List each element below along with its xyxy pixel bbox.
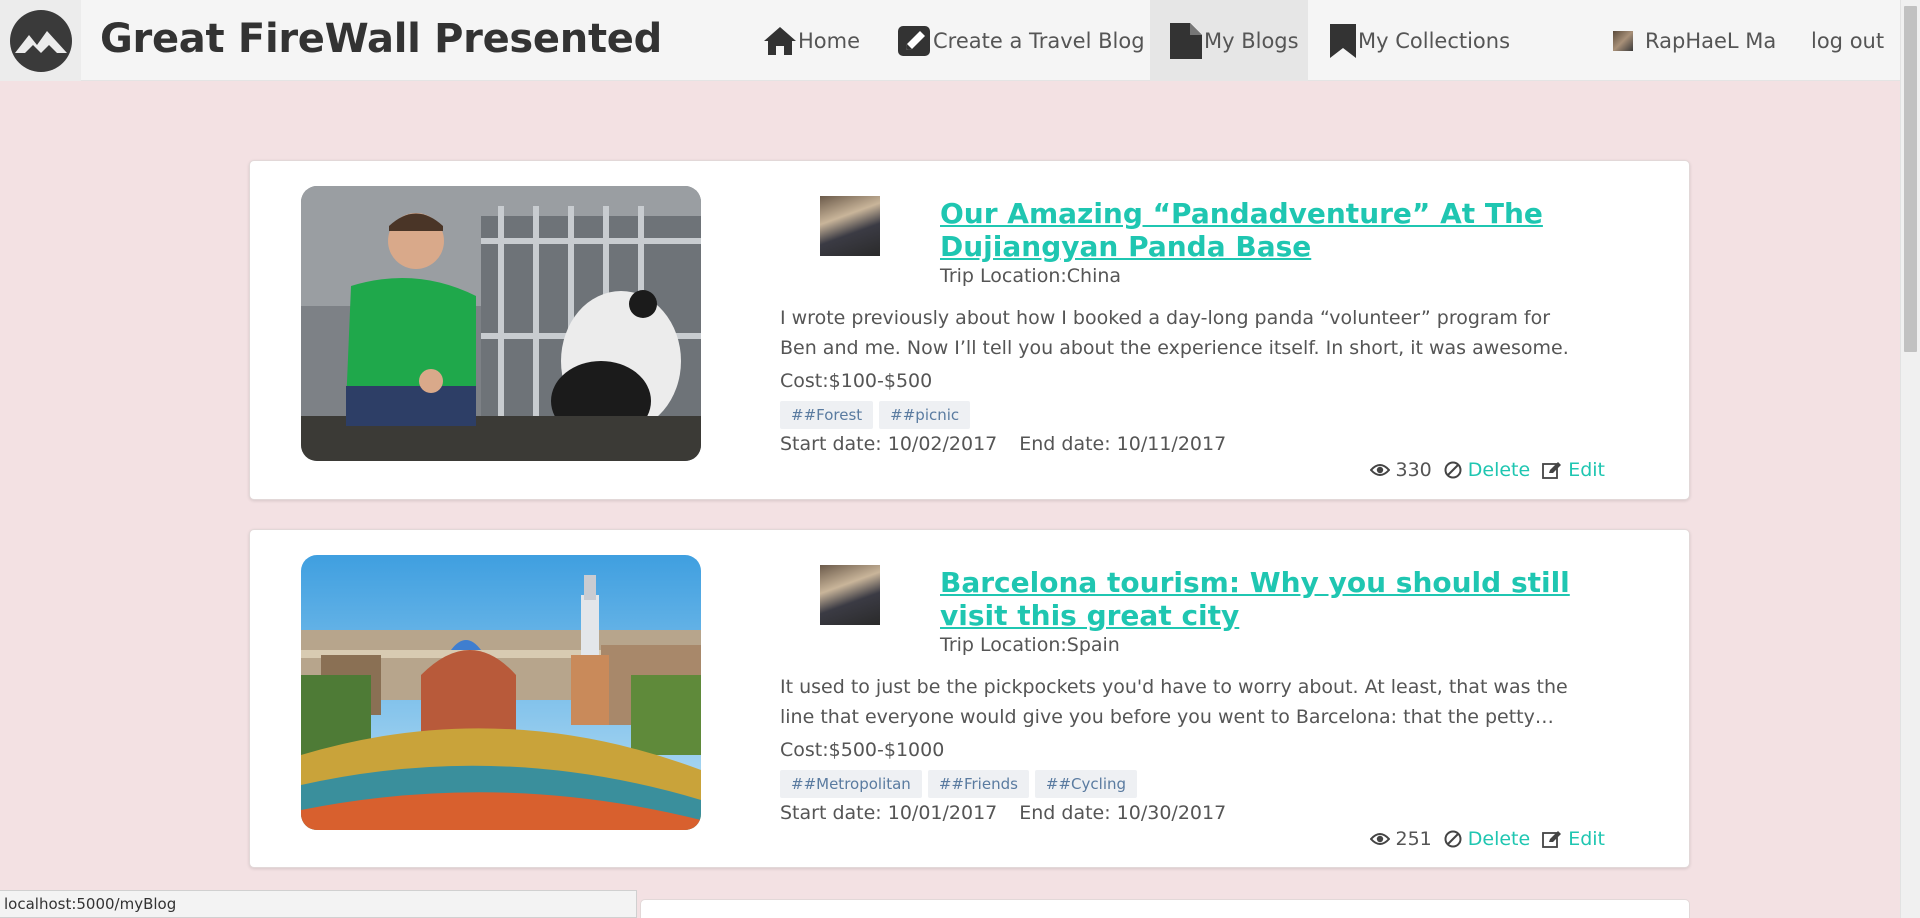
blog-actions: 251 Delete Edit — [1369, 828, 1605, 850]
blog-dates: Start date: 10/01/2017 End date: 10/30/20… — [780, 802, 1248, 824]
next-blog-card — [640, 899, 1690, 918]
page-scrollbar[interactable] — [1900, 0, 1920, 918]
nav-create-blog[interactable]: Create a Travel Blog — [897, 0, 1145, 81]
home-icon — [764, 26, 796, 55]
view-count: 251 — [1369, 828, 1432, 850]
tag-chip[interactable]: ##Cycling — [1034, 770, 1138, 798]
start-date: Start date: 10/02/2017 — [780, 433, 998, 455]
end-date: End date: 10/11/2017 — [1019, 433, 1227, 455]
blog-title-link[interactable]: Our Amazing “Pandadventure” At The Dujia… — [940, 197, 1580, 263]
blog-title-link[interactable]: Barcelona tourism: Why you should still … — [940, 566, 1580, 632]
author-avatar[interactable] — [820, 565, 880, 625]
scrollbar-thumb[interactable] — [1904, 6, 1917, 352]
mountain-logo-icon — [9, 9, 72, 72]
author-avatar[interactable] — [820, 196, 880, 256]
edit-icon — [1542, 831, 1562, 848]
nav-my-blogs[interactable]: My Blogs — [1150, 0, 1308, 81]
brand-logo[interactable] — [0, 0, 81, 81]
edit-label: Edit — [1568, 828, 1605, 850]
blog-actions: 330 Delete Edit — [1369, 459, 1605, 481]
document-icon — [1170, 22, 1202, 59]
link-status-bar: localhost:5000/myBlog — [0, 890, 637, 918]
edit-label: Edit — [1568, 459, 1605, 481]
top-navbar: Great FireWall Presented Home Create a T… — [0, 0, 1900, 81]
view-count-value: 330 — [1395, 459, 1432, 481]
barcelona-photo-image — [301, 555, 701, 830]
blog-card: Our Amazing “Pandadventure” At The Dujia… — [249, 160, 1690, 500]
delete-label: Delete — [1467, 828, 1531, 850]
eye-icon — [1369, 833, 1390, 845]
nav-home[interactable]: Home — [762, 0, 860, 81]
blog-excerpt: It used to just be the pickpockets you'd… — [780, 676, 1568, 728]
edit-icon — [1542, 462, 1562, 479]
end-date: End date: 10/30/2017 — [1019, 802, 1227, 824]
blog-cost: Cost:$100-$500 — [780, 370, 933, 392]
view-count-value: 251 — [1395, 828, 1432, 850]
blog-photo-panda[interactable] — [301, 186, 701, 461]
brand-title[interactable]: Great FireWall Presented — [100, 16, 662, 62]
ban-icon — [1444, 461, 1462, 479]
trip-location: Trip Location:Spain — [940, 634, 1120, 656]
tag-chip[interactable]: ##Forest — [780, 401, 874, 429]
tag-chip[interactable]: ##picnic — [879, 401, 971, 429]
eye-icon — [1369, 464, 1390, 476]
blog-excerpt: I wrote previously about how I booked a … — [780, 307, 1569, 359]
blog-photo-barcelona[interactable] — [301, 555, 701, 830]
nav-my-collections[interactable]: My Collections — [1328, 0, 1510, 81]
nav-my-collections-label: My Collections — [1358, 28, 1511, 53]
nav-home-label: Home — [798, 28, 861, 53]
trip-location: Trip Location:China — [940, 265, 1122, 287]
nav-create-blog-label: Create a Travel Blog — [933, 28, 1145, 53]
tag-list: ##Forest ##picnic — [780, 401, 971, 429]
nav-user-name: RapHaeL Ma — [1645, 28, 1777, 53]
delete-button[interactable]: Delete — [1444, 828, 1530, 850]
delete-label: Delete — [1467, 459, 1531, 481]
start-date: Start date: 10/01/2017 — [780, 802, 998, 824]
bookmark-icon — [1330, 23, 1356, 58]
tag-list: ##Metropolitan ##Friends ##Cycling — [780, 770, 1138, 798]
nav-user-profile[interactable]: RapHaeL Ma — [1613, 0, 1776, 81]
blog-cost: Cost:$500-$1000 — [780, 739, 945, 761]
nav-logout[interactable]: log out — [1811, 0, 1884, 81]
tag-chip[interactable]: ##Metropolitan — [780, 770, 922, 798]
blog-card: Barcelona tourism: Why you should still … — [249, 529, 1690, 868]
tag-chip[interactable]: ##Friends — [927, 770, 1029, 798]
user-avatar — [1613, 30, 1633, 51]
edit-button[interactable]: Edit — [1542, 828, 1605, 850]
pencil-square-icon — [898, 25, 930, 56]
panda-photo-image — [301, 186, 701, 461]
ban-icon — [1444, 830, 1462, 848]
edit-button[interactable]: Edit — [1542, 459, 1605, 481]
view-count: 330 — [1369, 459, 1432, 481]
nav-my-blogs-label: My Blogs — [1204, 28, 1299, 53]
blog-dates: Start date: 10/02/2017 End date: 10/11/20… — [780, 433, 1248, 455]
delete-button[interactable]: Delete — [1444, 459, 1530, 481]
nav-logout-label: log out — [1811, 28, 1885, 53]
